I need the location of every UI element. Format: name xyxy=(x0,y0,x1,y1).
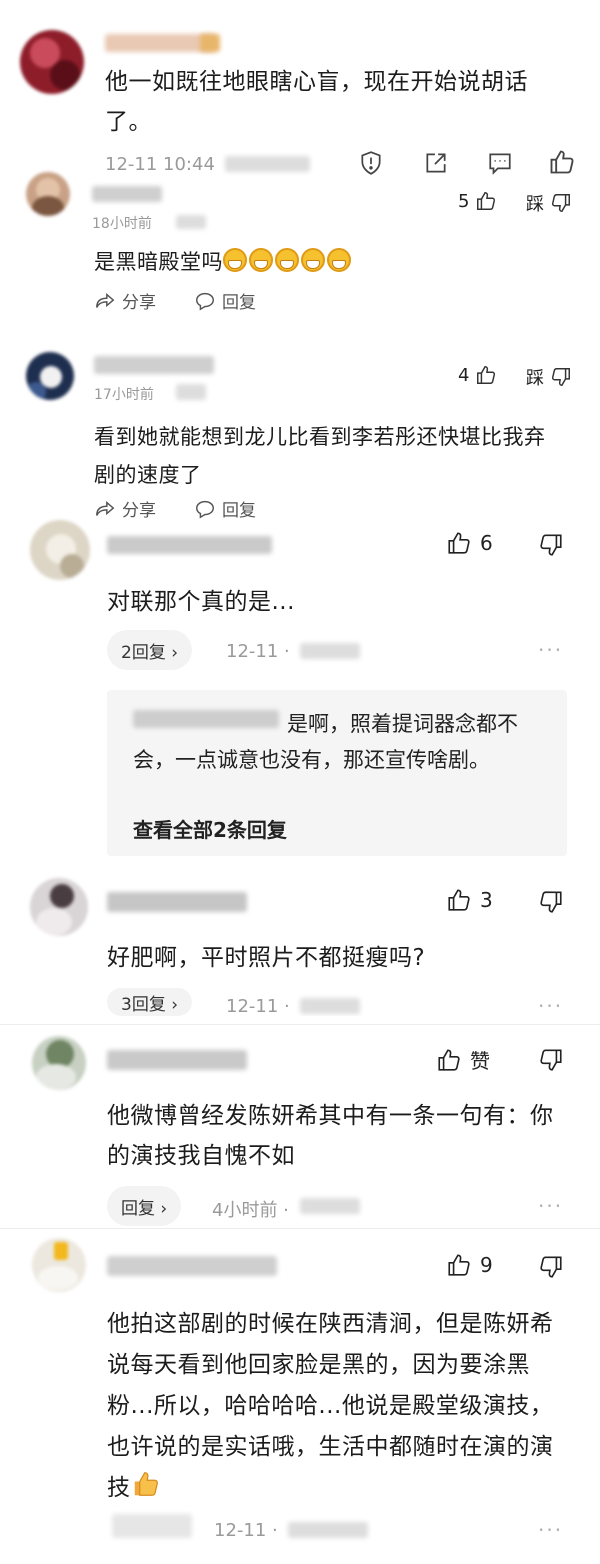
more-icon[interactable]: ··· xyxy=(538,1518,563,1542)
report-icon[interactable] xyxy=(358,150,384,176)
location-text xyxy=(176,384,206,400)
thumb-up-icon xyxy=(438,1048,460,1071)
username[interactable] xyxy=(107,1256,277,1276)
more-icon[interactable]: ··· xyxy=(538,638,563,662)
comment-text: 看到她就能想到龙儿比看到李若彤还快堪比我弃剧的速度了 xyxy=(94,425,546,487)
user-badge xyxy=(200,34,220,52)
comment-text: 好肥啊，平时照片不都挺瘦吗? xyxy=(107,945,426,971)
share-button[interactable]: 分享 xyxy=(94,288,156,313)
like-count: 4 xyxy=(458,364,470,386)
avatar[interactable] xyxy=(26,352,74,400)
like-button[interactable]: 9 xyxy=(446,1252,493,1278)
username[interactable] xyxy=(107,892,247,912)
location-text xyxy=(225,156,310,172)
comment-time: 12-11 · xyxy=(214,1520,278,1541)
comment-time: 18小时前 xyxy=(92,216,152,232)
thumb-down-icon xyxy=(551,194,570,212)
grin-emoji xyxy=(223,248,247,272)
comment-5: 3 好肥啊，平时照片不都挺瘦吗? 3回复 › 12-11 · ··· xyxy=(0,870,600,1020)
more-icon[interactable]: ··· xyxy=(538,1194,563,1218)
thumb-up-icon xyxy=(477,366,496,384)
comment-text: 他一如既往地眼瞎心盲，现在开始说胡话了。 xyxy=(105,69,528,135)
reply-button[interactable]: 回复 › xyxy=(107,1186,182,1226)
thumb-up-icon xyxy=(448,532,470,554)
like-count: 6 xyxy=(480,531,493,555)
thumb-down-icon[interactable] xyxy=(538,532,564,558)
like-button[interactable]: 5 xyxy=(458,190,497,212)
thumb-up-icon xyxy=(477,192,496,210)
grin-emoji xyxy=(301,248,325,272)
username[interactable] xyxy=(107,1050,247,1070)
avatar[interactable] xyxy=(26,172,70,216)
divider xyxy=(0,1024,600,1025)
share-arrow-icon xyxy=(96,292,115,308)
location-text xyxy=(288,1522,368,1538)
share-icon[interactable] xyxy=(423,150,449,176)
grin-emoji xyxy=(275,248,299,272)
like-count: 5 xyxy=(458,190,470,212)
comment-text: 对联那个真的是... xyxy=(107,589,295,615)
username[interactable] xyxy=(105,34,215,52)
thumb-down-icon[interactable] xyxy=(538,889,564,915)
avatar[interactable] xyxy=(20,30,84,94)
reply-text: 是啊，照着提词器念都不会，一点诚意也没有，那还宣传啥剧。 xyxy=(133,712,518,772)
comment-time: 12-11 10:44 xyxy=(105,154,215,175)
comment-4: 6 对联那个真的是... 2回复 › 12-11 · ··· 是啊，照着提词器念… xyxy=(0,510,600,880)
thumb-up-icon[interactable] xyxy=(548,148,576,176)
avatar[interactable] xyxy=(30,878,88,936)
dislike-button[interactable]: 踩 xyxy=(526,364,572,390)
comment-time: 12-11 · xyxy=(226,641,290,662)
comment-text: 是黑暗殿堂吗 xyxy=(94,242,353,282)
comment-text: 他拍这部剧的时候在陕西清涧，但是陈妍希说每天看到他回家脸是黑的，因为要涂黑粉..… xyxy=(107,1311,554,1501)
avatar[interactable] xyxy=(30,520,90,580)
comment-1: 他一如既往地眼瞎心盲，现在开始说胡话了。 12-11 10:44 xyxy=(0,0,600,180)
comment-2: 18小时前 5 踩 是黑暗殿堂吗 分享 回复 xyxy=(0,172,600,340)
reply-button[interactable]: 回复 xyxy=(194,288,256,313)
replies-button[interactable]: 2回复 › xyxy=(107,630,193,670)
comment-bubble-icon xyxy=(196,292,214,311)
username[interactable] xyxy=(92,186,162,202)
thumb-up-icon xyxy=(448,1254,470,1276)
reply-preview[interactable]: 是啊，照着提词器念都不会，一点诚意也没有，那还宣传啥剧。 查看全部2条回复 xyxy=(107,690,567,856)
like-count: 3 xyxy=(480,888,493,912)
comment-text: 他微博曾经发陈妍希其中有一条一句有：你的演技我自愧不如 xyxy=(107,1103,554,1169)
thumb-down-icon[interactable] xyxy=(538,1254,564,1280)
thumb-down-icon xyxy=(551,368,570,386)
comment-icon[interactable] xyxy=(487,150,513,176)
location-text xyxy=(300,998,360,1014)
like-button[interactable]: 赞 xyxy=(436,1045,490,1074)
thumb-up-icon xyxy=(448,889,470,911)
like-button[interactable]: 6 xyxy=(446,530,493,556)
avatar[interactable] xyxy=(32,1238,86,1292)
like-count: 9 xyxy=(480,1253,493,1277)
location-text xyxy=(300,1198,360,1214)
dislike-label: 踩 xyxy=(526,194,544,215)
replies-button[interactable]: 3回复 › xyxy=(107,988,193,1016)
thumbs-up-emoji xyxy=(134,1472,158,1496)
comment-3: 17小时前 4 踩 看到她就能想到龙儿比看到李若彤还快堪比我弃剧的速度了 分享 … xyxy=(0,340,600,530)
like-button[interactable]: 3 xyxy=(446,887,493,913)
location-text xyxy=(176,215,206,229)
thumb-down-icon[interactable] xyxy=(538,1047,564,1073)
location-text xyxy=(300,643,360,659)
grin-emoji xyxy=(249,248,273,272)
comment-time: 4小时前 · xyxy=(212,1200,289,1221)
like-label: 赞 xyxy=(470,1049,490,1073)
username[interactable] xyxy=(94,356,214,374)
comment-time: 17小时前 xyxy=(94,387,154,403)
grin-emoji xyxy=(327,248,351,272)
divider xyxy=(0,1228,600,1229)
more-icon[interactable]: ··· xyxy=(538,994,563,1018)
username[interactable] xyxy=(107,536,272,554)
comment-time: 12-11 · xyxy=(226,996,290,1017)
reply-pill-obscured[interactable] xyxy=(112,1514,192,1538)
comment-7: 9 他拍这部剧的时候在陕西清涧，但是陈妍希说每天看到他回家脸是黑的，因为要涂黑粉… xyxy=(0,1230,600,1564)
dislike-button[interactable]: 踩 xyxy=(526,190,572,216)
dislike-label: 踩 xyxy=(526,368,544,389)
view-all-replies-link[interactable]: 查看全部2条回复 xyxy=(133,814,287,843)
avatar[interactable] xyxy=(32,1036,86,1090)
comment-6: 赞 他微博曾经发陈妍希其中有一条一句有：你的演技我自愧不如 回复 › 4小时前 … xyxy=(0,1030,600,1230)
like-button[interactable]: 4 xyxy=(458,364,497,386)
